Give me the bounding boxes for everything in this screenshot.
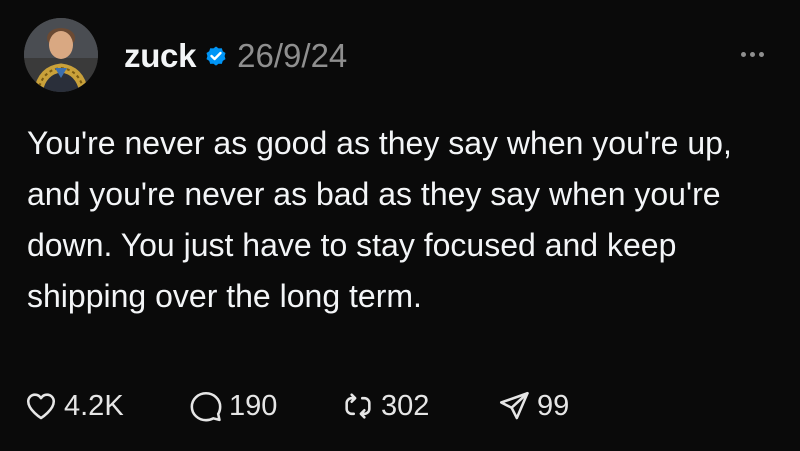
post-card: zuck 26/9/24 You're never as good as the… [0, 0, 800, 451]
heart-icon [26, 393, 56, 420]
like-count: 4.2K [64, 389, 124, 422]
send-icon [499, 391, 529, 420]
post-actions: 4.2K 190 302 99 [24, 386, 569, 426]
reply-count: 190 [229, 389, 278, 422]
like-button[interactable]: 4.2K [24, 386, 189, 426]
post-text: You're never as good as they say when yo… [27, 125, 732, 314]
share-count: 99 [537, 389, 570, 422]
post-timestamp[interactable]: 26/9/24 [237, 37, 347, 75]
repost-button[interactable]: 302 [341, 386, 497, 426]
reply-button[interactable]: 190 [189, 386, 341, 426]
verified-badge-icon [204, 44, 228, 68]
repost-count: 302 [381, 389, 430, 422]
post-header: zuck 26/9/24 [124, 34, 347, 78]
avatar-image [24, 18, 98, 92]
comment-bubble-icon [190, 391, 222, 422]
share-button[interactable]: 99 [497, 386, 569, 426]
author-username[interactable]: zuck [124, 37, 196, 75]
more-options-icon[interactable] [735, 48, 769, 60]
repost-icon [345, 393, 371, 419]
author-avatar[interactable] [24, 18, 98, 92]
